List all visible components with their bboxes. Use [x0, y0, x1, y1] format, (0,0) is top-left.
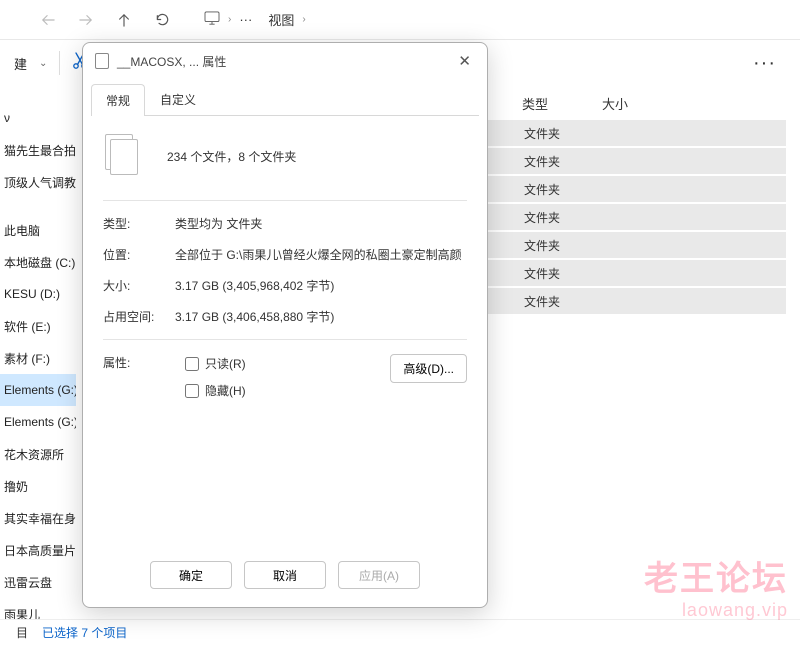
readonly-checkbox[interactable]: 只读(R) [185, 355, 246, 372]
multi-file-icon [103, 134, 145, 178]
location-label: 位置: [103, 246, 175, 263]
dialog-buttons: 确定 取消 应用(A) [83, 547, 487, 607]
attrs-label: 属性: [103, 354, 175, 371]
sidebar: ν猫先生最合拍顶级人气调教此电脑本地磁盘 (C:)KESU (D:)软件 (E:… [0, 86, 76, 619]
sidebar-item[interactable]: 其实幸福在身 [0, 502, 76, 534]
status-count: 目 [16, 624, 28, 641]
size-on-disk-label: 占用空间: [103, 308, 175, 325]
breadcrumb[interactable]: › ··· 视图 › [204, 10, 306, 29]
sidebar-item[interactable]: 猫先生最合拍 [0, 134, 76, 166]
cell-type: 文件夹 [524, 125, 560, 142]
up-icon[interactable] [116, 12, 132, 28]
tab-panel: 234 个文件，8 个文件夹 类型:类型均为 文件夹 位置:全部位于 G:\雨果… [91, 115, 479, 547]
size-on-disk-value: 3.17 GB (3,406,458,880 字节) [175, 308, 467, 325]
new-button[interactable]: 建 [14, 54, 27, 73]
window-toolbar: › ··· 视图 › [0, 0, 800, 40]
properties-dialog: __MACOSX, ... 属性 ✕ 常规 自定义 234 个文件，8 个文件夹… [82, 42, 488, 608]
sidebar-item[interactable]: 本地磁盘 (C:) [0, 246, 76, 278]
close-icon[interactable]: ✕ [454, 48, 475, 74]
overflow-icon[interactable]: ··· [753, 52, 776, 75]
cell-type: 文件夹 [524, 237, 560, 254]
attributes-row: 属性: 只读(R) 隐藏(H) 高级(D)... [103, 354, 467, 399]
tab-custom[interactable]: 自定义 [145, 83, 211, 115]
monitor-icon [204, 11, 220, 28]
sidebar-item[interactable]: 雨果儿 [0, 598, 76, 619]
status-bar: 目 已选择 7 个项目 [0, 619, 800, 645]
sidebar-item[interactable]: 日本高质量片 [0, 534, 76, 566]
readonly-label: 只读(R) [205, 355, 246, 372]
document-icon [95, 53, 109, 69]
location-value: 全部位于 G:\雨果儿\曾经火爆全网的私圈土豪定制高颜 [175, 246, 467, 263]
sidebar-item[interactable]: 迅雷云盘 [0, 566, 76, 598]
summary-text: 234 个文件，8 个文件夹 [167, 148, 296, 165]
status-selected: 已选择 7 个项目 [42, 624, 127, 641]
sidebar-item[interactable]: 花木资源所 [0, 438, 76, 470]
summary-row: 234 个文件，8 个文件夹 [103, 134, 467, 178]
hidden-checkbox[interactable]: 隐藏(H) [185, 382, 246, 399]
chevron-right-icon: › [302, 14, 305, 25]
sidebar-item[interactable]: 素材 (F:) [0, 342, 76, 374]
divider [103, 339, 467, 340]
divider [103, 200, 467, 201]
cell-type: 文件夹 [524, 265, 560, 282]
back-icon[interactable] [40, 12, 56, 28]
size-value: 3.17 GB (3,405,968,402 字节) [175, 277, 467, 294]
sidebar-item[interactable]: 顶级人气调教 [0, 166, 76, 198]
apply-button[interactable]: 应用(A) [338, 561, 420, 589]
nav-icons [40, 12, 170, 28]
forward-icon[interactable] [78, 12, 94, 28]
type-value: 类型均为 文件夹 [175, 215, 467, 232]
sidebar-item[interactable]: KESU (D:) [0, 278, 76, 310]
column-size[interactable]: 大小 [602, 94, 682, 113]
ok-button[interactable]: 确定 [150, 561, 232, 589]
breadcrumb-view[interactable]: 视图 [268, 10, 294, 29]
actions-left: 建 ⌄ [14, 51, 88, 75]
type-label: 类型: [103, 215, 175, 232]
chevron-right-icon: › [228, 14, 231, 25]
sidebar-item[interactable]: Elements (G:) [0, 374, 76, 406]
breadcrumb-dots[interactable]: ··· [239, 12, 252, 27]
cancel-button[interactable]: 取消 [244, 561, 326, 589]
dialog-title: __MACOSX, ... 属性 [117, 53, 226, 70]
dialog-titlebar: __MACOSX, ... 属性 ✕ [83, 43, 487, 79]
advanced-button[interactable]: 高级(D)... [390, 354, 467, 383]
hidden-label: 隐藏(H) [205, 382, 246, 399]
cell-type: 文件夹 [524, 209, 560, 226]
tab-general[interactable]: 常规 [91, 84, 145, 116]
cell-type: 文件夹 [524, 293, 560, 310]
sidebar-item[interactable]: Elements (G:) [0, 406, 76, 438]
sidebar-item[interactable]: 软件 (E:) [0, 310, 76, 342]
sidebar-item[interactable]: ν [0, 102, 76, 134]
sidebar-item[interactable]: 此电脑 [0, 214, 76, 246]
cell-type: 文件夹 [524, 181, 560, 198]
cell-type: 文件夹 [524, 153, 560, 170]
column-type[interactable]: 类型 [522, 94, 602, 113]
dialog-tabs: 常规 自定义 [83, 79, 487, 115]
chevron-down-icon: ⌄ [39, 58, 47, 69]
refresh-icon[interactable] [154, 12, 170, 28]
divider [59, 51, 60, 75]
sidebar-item[interactable]: 撸奶 [0, 470, 76, 502]
size-label: 大小: [103, 277, 175, 294]
